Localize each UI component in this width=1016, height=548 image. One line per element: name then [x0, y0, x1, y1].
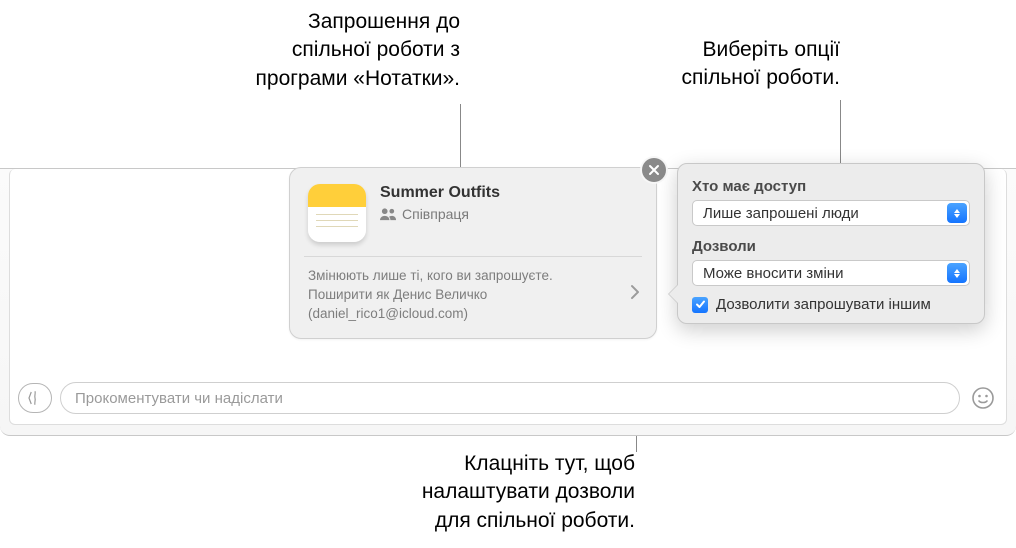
chevron-right-icon	[630, 284, 640, 306]
callout-options: Виберіть опціїспільної роботи.	[580, 36, 840, 93]
perm-desc: Змінюють лише ті, кого ви запрошуєте.	[308, 267, 614, 286]
apps-button[interactable]	[18, 383, 52, 413]
messages-window: Summer Outfits Співпраця Змінюють лише т…	[0, 168, 1016, 436]
allow-invite-row[interactable]: Дозволити запрошувати іншим	[692, 296, 970, 313]
updown-icon	[947, 263, 967, 283]
emoji-button[interactable]	[968, 383, 998, 413]
access-label: Хто має доступ	[692, 178, 970, 195]
permissions-select[interactable]: Може вносити зміни	[692, 260, 970, 286]
access-select[interactable]: Лише запрошені люди	[692, 200, 970, 226]
permissions-value: Може вносити зміни	[703, 265, 843, 282]
callout-line	[460, 104, 461, 176]
compose-row: Прокоментувати чи надіслати	[18, 380, 998, 416]
checkbox-checked-icon[interactable]	[692, 297, 708, 313]
allow-invite-label: Дозволити запрошувати іншим	[716, 296, 931, 313]
sharing-options-popover: Хто має доступ Лише запрошені люди Дозво…	[677, 163, 985, 324]
message-placeholder: Прокоментувати чи надіслати	[75, 390, 283, 407]
callout-line	[840, 100, 841, 168]
collaboration-badge: Співпраця	[380, 206, 500, 222]
updown-icon	[947, 203, 967, 223]
share-invite-card[interactable]: Summer Outfits Співпраця Змінюють лише т…	[289, 167, 657, 339]
permissions-label: Дозволи	[692, 238, 970, 255]
invite-title: Summer Outfits	[380, 184, 500, 202]
close-icon[interactable]	[642, 158, 666, 182]
share-as-line: Поширити як Денис Величко	[308, 286, 614, 305]
share-email: (daniel_rico1@icloud.com)	[308, 305, 614, 324]
access-value: Лише запрошені люди	[703, 205, 859, 222]
callout-invite: Запрошення доспільної роботи зпрограми «…	[160, 8, 460, 93]
notes-app-icon	[308, 184, 366, 242]
divider	[304, 256, 642, 257]
collab-label: Співпраця	[402, 206, 469, 222]
invite-permissions-summary[interactable]: Змінюють лише ті, кого ви запрошуєте. По…	[308, 267, 638, 324]
callout-permissions: Клацніть тут, щобналаштувати дозволидля …	[295, 450, 635, 535]
message-input[interactable]: Прокоментувати чи надіслати	[60, 382, 960, 414]
messages-body: Summer Outfits Співпраця Змінюють лише т…	[9, 169, 1007, 425]
